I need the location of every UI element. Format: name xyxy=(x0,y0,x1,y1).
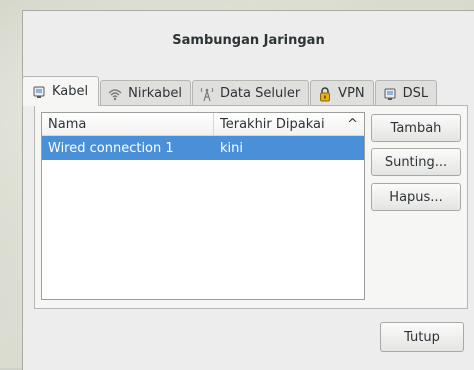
tab-vpn-label: VPN xyxy=(338,86,365,101)
wifi-icon xyxy=(107,86,123,102)
table-header: Nama Terakhir Dipakai ^ xyxy=(42,113,364,136)
connection-type-tabs: Kabel Nirkabel Data Seluler VPN DSL xyxy=(22,76,438,106)
dialog-title: Sambungan Jaringan xyxy=(172,33,325,48)
ethernet-icon xyxy=(31,84,47,100)
tab-dsl-label: DSL xyxy=(402,86,429,101)
tab-nirkabel-label: Nirkabel xyxy=(128,86,182,101)
sort-ascending-icon: ^ xyxy=(347,116,358,132)
add-button[interactable]: Tambah xyxy=(371,114,461,142)
tab-panel-kabel: Nama Terakhir Dipakai ^ Wired connection… xyxy=(34,105,468,309)
tab-data-seluler[interactable]: Data Seluler xyxy=(191,80,310,106)
tab-kabel-label: Kabel xyxy=(52,84,89,99)
lock-icon xyxy=(317,86,333,102)
cell-tower-icon xyxy=(199,86,215,102)
delete-button[interactable]: Hapus... xyxy=(371,183,461,211)
edit-button[interactable]: Sunting... xyxy=(371,148,461,176)
connection-name: Wired connection 1 xyxy=(48,140,174,156)
tab-vpn[interactable]: VPN xyxy=(310,80,374,106)
dsl-icon xyxy=(382,86,398,102)
connections-table: Nama Terakhir Dipakai ^ Wired connection… xyxy=(41,112,365,300)
table-row[interactable]: Wired connection 1 kini xyxy=(42,136,364,160)
tab-kabel[interactable]: Kabel xyxy=(22,76,100,106)
column-header-terakhir-dipakai[interactable]: Terakhir Dipakai ^ xyxy=(214,113,364,135)
column-header-nama[interactable]: Nama xyxy=(42,113,214,135)
tab-dsl[interactable]: DSL xyxy=(374,80,438,106)
tab-data-seluler-label: Data Seluler xyxy=(219,86,301,101)
tab-nirkabel[interactable]: Nirkabel xyxy=(100,80,191,106)
connection-last-used: kini xyxy=(220,140,243,156)
close-button[interactable]: Tutup xyxy=(380,322,464,352)
